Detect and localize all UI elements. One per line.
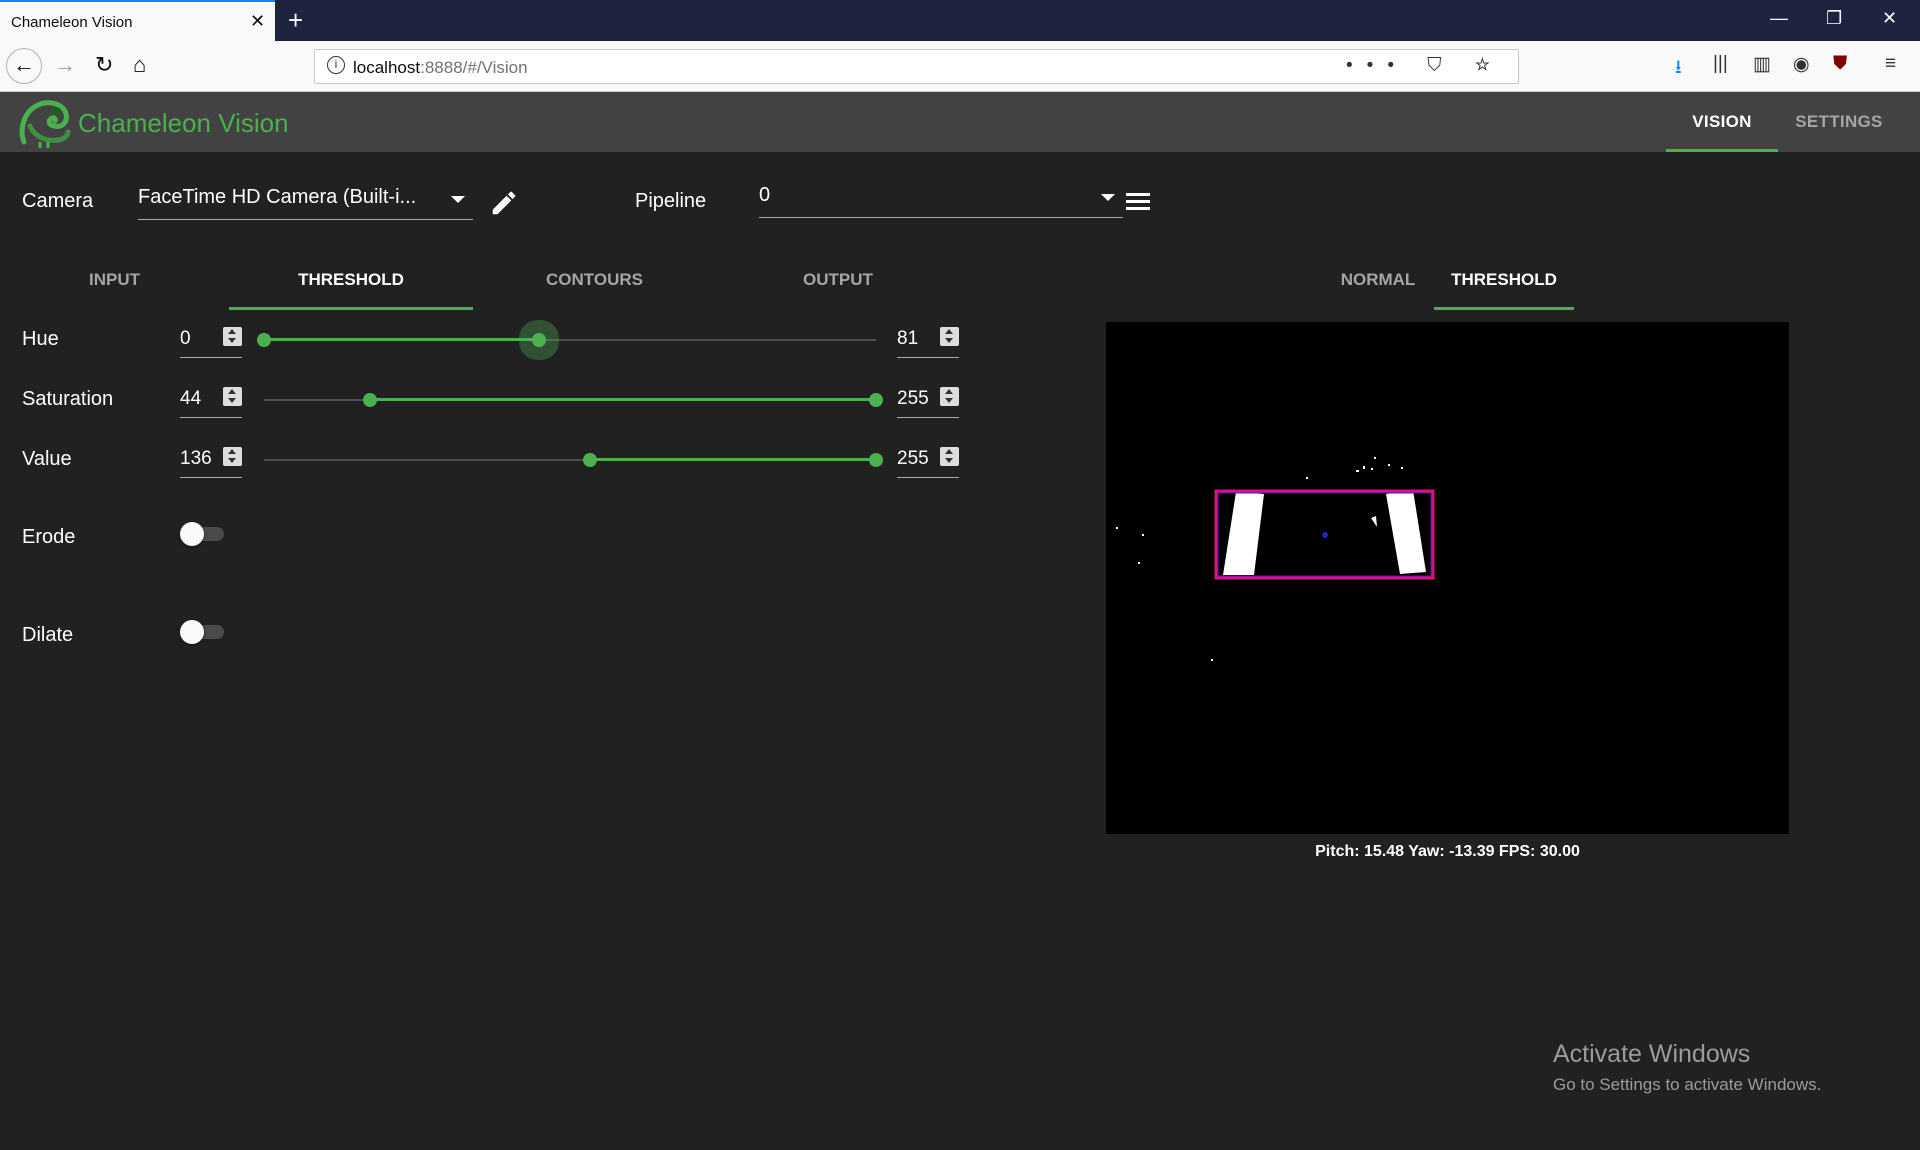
url-host: localhost [353,58,421,77]
spinner-icon[interactable] [940,327,959,346]
value-range-slider[interactable] [264,445,883,475]
dilate-label: Dilate [22,624,74,646]
slider-max-thumb[interactable] [532,333,547,347]
toggle-thumb [180,522,204,546]
slider-max-thumb[interactable] [869,453,883,467]
pipeline-label: Pipeline [635,190,707,212]
app-header: Chameleon Vision VISION SETTINGS [0,92,1920,152]
watermark-title: Activate Windows [1553,1040,1751,1068]
spinner-icon[interactable] [940,447,959,466]
account-icon[interactable]: ◉ [1793,53,1810,76]
spinner-icon[interactable] [223,447,242,466]
new-tab-button[interactable]: + [288,6,303,34]
tab-input[interactable]: INPUT [0,250,229,310]
downloads-icon[interactable]: ⭳ [1675,53,1682,85]
toggle-thumb [180,620,204,644]
threshold-image [1116,457,1435,661]
tab-threshold-view[interactable]: THRESHOLD [1434,250,1574,310]
vision-stats: Pitch: 15.48 Yaw: -13.39 FPS: 30.00 [1315,843,1580,860]
erode-toggle[interactable] [180,519,228,549]
camera-feed [1106,322,1789,834]
hue-max-value: 81 [897,328,919,349]
minimize-icon[interactable]: — [1770,8,1788,29]
home-icon[interactable]: ⌂ [133,53,146,77]
hue-min-input[interactable]: 0 [180,322,242,358]
chevron-down-icon [451,196,465,203]
pipeline-select-value: 0 [759,184,771,206]
site-info-icon[interactable]: i [327,56,345,74]
chameleon-logo-icon [19,100,71,148]
url-bar[interactable]: i localhost:8888/#/Vision ••• ⛉ ☆ [314,49,1519,84]
library-icon[interactable]: ||| [1713,53,1728,75]
spinner-icon[interactable] [223,327,242,346]
forward-arrow-icon[interactable]: → [54,53,76,77]
hue-label: Hue [22,328,59,350]
tab-contours[interactable]: CONTOURS [473,250,716,310]
saturation-min-input[interactable]: 44 [180,382,242,418]
saturation-label: Saturation [22,388,114,410]
camera-select[interactable]: FaceTime HD Camera (Built-i... [138,178,473,220]
nav-vision-tab[interactable]: VISION [1666,92,1778,152]
slider-min-thumb[interactable] [583,453,598,467]
url-text: localhost:8888/#/Vision [353,58,528,78]
browser-nav-bar: ← → ↻ ⌂ i localhost:8888/#/Vision ••• ⛉ … [0,41,1920,92]
value-label: Value [22,448,72,470]
chevron-down-icon [1101,194,1115,201]
pipeline-menu-icon[interactable] [1126,193,1150,211]
reload-icon[interactable]: ↻ [95,53,113,77]
watermark-subtitle: Go to Settings to activate Windows. [1553,1075,1822,1094]
sidebar-icon[interactable]: ▥ [1753,53,1771,76]
browser-tab-title: Chameleon Vision [11,14,133,31]
windows-activation-watermark: Activate Windows Go to Settings to activ… [1553,1040,1821,1095]
camera-label: Camera [22,190,94,212]
back-arrow-icon[interactable]: ← [6,48,42,84]
slider-fill [369,398,876,401]
hue-max-input[interactable]: 81 [897,322,959,358]
url-path: :8888/#/Vision [420,58,528,77]
slider-min-thumb[interactable] [362,393,377,407]
value-max-value: 255 [897,448,929,469]
close-tab-icon[interactable]: ✕ [250,11,265,32]
dilate-toggle[interactable] [180,617,228,647]
window-close-icon[interactable]: ✕ [1882,8,1897,29]
slider-fill [264,338,540,341]
edit-pencil-icon[interactable] [489,188,519,218]
slider-min-thumb[interactable] [257,333,271,347]
saturation-max-input[interactable]: 255 [897,382,959,418]
spinner-icon[interactable] [940,387,959,406]
app-title: Chameleon Vision [78,108,289,138]
hue-range-slider[interactable] [257,325,876,355]
pipeline-select[interactable]: 0 [759,176,1123,218]
ublock-icon[interactable]: ⛊ [1833,53,1847,75]
value-max-input[interactable]: 255 [897,442,959,478]
hamburger-menu-icon[interactable]: ≡ [1885,53,1896,75]
browser-tab[interactable]: Chameleon Vision ✕ [0,0,275,41]
page-action-icons[interactable]: ••• ⛉ ☆ [1346,55,1504,77]
tab-output[interactable]: OUTPUT [716,250,960,310]
slider-fill [590,458,876,461]
erode-label: Erode [22,526,76,548]
tab-normal-view[interactable]: NORMAL [1323,250,1433,310]
saturation-max-value: 255 [897,388,929,409]
camera-select-value: FaceTime HD Camera (Built-i... [138,186,417,208]
value-min-value: 136 [180,448,212,469]
saturation-min-value: 44 [180,388,202,409]
saturation-range-slider[interactable] [264,385,883,415]
slider-max-thumb[interactable] [869,393,883,407]
restore-icon[interactable]: ❐ [1826,8,1842,29]
spinner-icon[interactable] [223,387,242,406]
nav-settings-tab[interactable]: SETTINGS [1778,92,1900,152]
tab-threshold[interactable]: THRESHOLD [229,250,473,310]
hue-min-value: 0 [180,328,191,349]
value-min-input[interactable]: 136 [180,442,242,478]
browser-tab-bar: Chameleon Vision ✕ + — ❐ ✕ [0,0,1920,41]
